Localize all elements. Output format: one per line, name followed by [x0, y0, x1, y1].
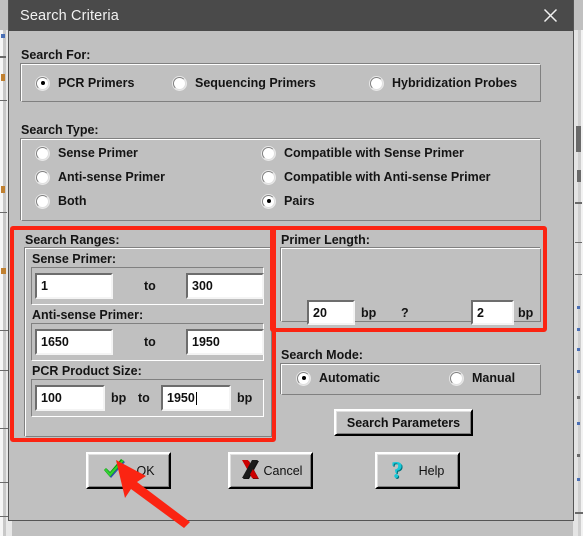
- window-title: Search Criteria: [20, 7, 119, 24]
- radio-label: Compatible with Anti-sense Primer: [284, 170, 491, 184]
- radio-indicator: [36, 194, 49, 208]
- help-button[interactable]: ? ? Help: [375, 452, 460, 489]
- text-caret: [195, 391, 197, 405]
- radio-indicator: [173, 76, 186, 90]
- radio-label: Automatic: [319, 371, 381, 385]
- screen: Search Criteria Search For: PCR Primers …: [0, 0, 583, 536]
- close-icon[interactable]: [527, 0, 573, 31]
- search-type-label: Search Type:: [21, 123, 99, 137]
- radio-both[interactable]: Both: [36, 194, 86, 208]
- radio-sequencing-primers[interactable]: Sequencing Primers: [173, 76, 316, 90]
- radio-indicator: [262, 194, 275, 208]
- search-ranges-label: Search Ranges:: [25, 233, 120, 247]
- radio-label: Manual: [472, 371, 516, 385]
- radio-manual[interactable]: Manual: [450, 371, 515, 385]
- radio-indicator: [36, 76, 49, 90]
- radio-indicator: [262, 170, 275, 184]
- radio-anti-sense-primer[interactable]: Anti-sense Primer: [36, 170, 165, 184]
- radio-pairs[interactable]: Pairs: [262, 194, 315, 208]
- primer-length-separator: ?: [401, 306, 409, 320]
- pcr-product-size-to-input[interactable]: 1950: [161, 385, 231, 411]
- title-bar: Search Criteria: [9, 0, 573, 31]
- background-window-right-sliver: [573, 30, 583, 536]
- pcr-product-size-from-input[interactable]: 100: [35, 385, 105, 411]
- pcr-product-size-to-value: 1950: [167, 391, 195, 405]
- radio-label: Compatible with Sense Primer: [284, 146, 464, 160]
- radio-label: Both: [58, 194, 87, 208]
- radio-hybridization-probes[interactable]: Hybridization Probes: [370, 76, 517, 90]
- anti-sense-primer-to-input[interactable]: 1950: [186, 329, 264, 355]
- sense-primer-label: Sense Primer:: [32, 252, 117, 266]
- primer-length-tolerance-input[interactable]: 2: [471, 300, 514, 325]
- sense-primer-from-input[interactable]: 1: [35, 273, 113, 299]
- pcr-product-size-to-label: to: [138, 391, 150, 405]
- pcr-product-size-label: PCR Product Size:: [32, 364, 142, 378]
- primer-length-unit-left: bp: [361, 306, 377, 320]
- primer-length-label: Primer Length:: [281, 233, 370, 247]
- dialog-client-area: Search For: PCR Primers Sequencing Prime…: [9, 31, 573, 520]
- anti-sense-primer-label: Anti-sense Primer:: [32, 308, 144, 322]
- sense-primer-to-label: to: [144, 279, 156, 293]
- radio-indicator: [370, 76, 383, 90]
- radio-automatic[interactable]: Automatic: [297, 371, 380, 385]
- green-check-icon: [104, 458, 126, 478]
- radio-compatible-with-sense-primer[interactable]: Compatible with Sense Primer: [262, 146, 464, 160]
- primer-length-input[interactable]: 20: [307, 300, 355, 325]
- ok-button-label: OK: [136, 463, 155, 478]
- search-mode-label: Search Mode:: [281, 348, 363, 362]
- cancel-button[interactable]: Cancel: [228, 452, 313, 489]
- cancel-button-label: Cancel: [263, 463, 303, 478]
- radio-indicator: [297, 371, 310, 385]
- radio-indicator: [36, 146, 49, 160]
- radio-label: Sense Primer: [58, 146, 138, 160]
- radio-label: Sequencing Primers: [195, 76, 316, 90]
- radio-pcr-primers[interactable]: PCR Primers: [36, 76, 134, 90]
- search-parameters-button[interactable]: Search Parameters: [334, 409, 473, 436]
- radio-indicator: [262, 146, 275, 160]
- radio-compatible-with-anti-sense-primer[interactable]: Compatible with Anti-sense Primer: [262, 170, 491, 184]
- pcr-product-size-unit-left: bp: [111, 391, 127, 405]
- radio-indicator: [36, 170, 49, 184]
- ok-button[interactable]: OK: [86, 452, 171, 489]
- sense-primer-to-input[interactable]: 300: [186, 273, 264, 299]
- radio-label: PCR Primers: [58, 76, 135, 90]
- help-button-label: Help: [418, 463, 445, 478]
- primer-length-unit-right: bp: [518, 306, 534, 320]
- radio-label: Hybridization Probes: [392, 76, 518, 90]
- anti-sense-primer-to-label: to: [144, 335, 156, 349]
- red-x-icon: [241, 459, 259, 479]
- svg-text:?: ?: [391, 458, 403, 484]
- search-for-label: Search For:: [21, 48, 91, 62]
- radio-sense-primer[interactable]: Sense Primer: [36, 146, 138, 160]
- radio-indicator: [450, 371, 463, 385]
- cyan-question-icon: ? ?: [391, 458, 404, 484]
- radio-label: Anti-sense Primer: [58, 170, 165, 184]
- search-criteria-dialog: Search Criteria Search For: PCR Primers …: [8, 0, 574, 521]
- radio-label: Pairs: [284, 194, 315, 208]
- anti-sense-primer-from-input[interactable]: 1650: [35, 329, 113, 355]
- pcr-product-size-unit-right: bp: [237, 391, 253, 405]
